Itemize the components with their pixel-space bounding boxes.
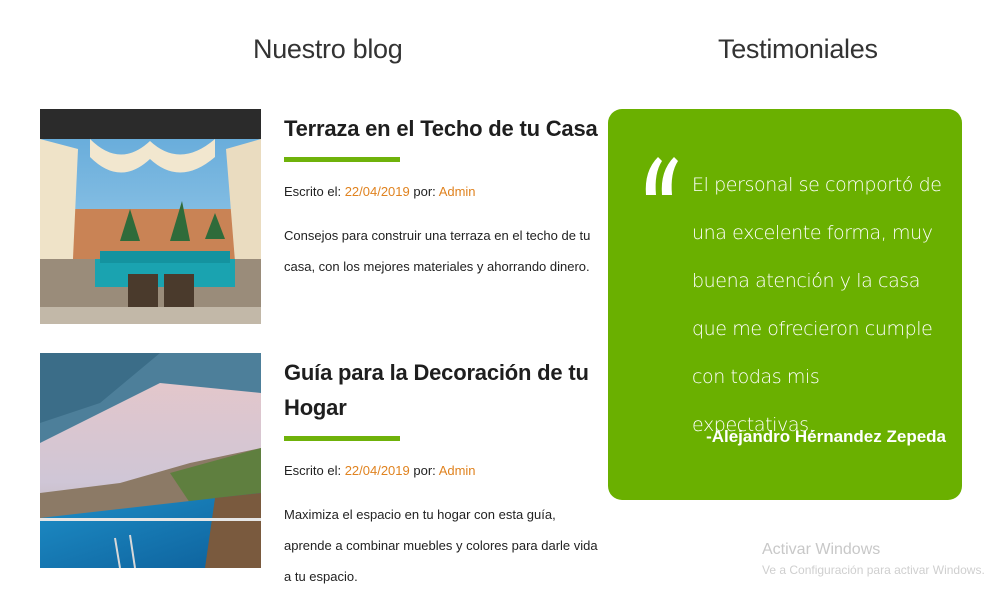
post-title[interactable]: Terraza en el Techo de tu Casa	[284, 111, 604, 146]
blog-heading: Nuestro blog	[253, 34, 403, 64]
post-image-infinity-pool[interactable]	[40, 353, 261, 568]
watermark-subtitle: Ve a Configuración para activar Windows.	[762, 563, 985, 577]
post-author-link[interactable]: Admin	[439, 463, 476, 478]
title-underline	[284, 157, 400, 162]
post-date-link[interactable]: 22/04/2019	[345, 184, 410, 199]
post-meta: Escrito el: 22/04/2019 por: Admin	[284, 184, 604, 199]
meta-by-label: por:	[409, 184, 439, 199]
post-author-link[interactable]: Admin	[439, 184, 476, 199]
testimonial-author: -Alejandro Hérnandez Zepeda	[706, 427, 946, 446]
post-excerpt: Consejos para construir una terraza en e…	[284, 228, 591, 274]
meta-label: Escrito el:	[284, 463, 345, 478]
testimonial-quote: El personal se comportó de una excelente…	[692, 174, 942, 436]
windows-activation-watermark: Activar Windows Ve a Configuración para …	[762, 541, 985, 577]
post-excerpt: Maximiza el espacio en tu hogar con esta…	[284, 507, 598, 584]
meta-label: Escrito el:	[284, 184, 345, 199]
post-title[interactable]: Guía para la Decoración de tu Hogar	[284, 355, 604, 425]
watermark-title: Activar Windows	[762, 541, 881, 558]
quote-icon	[645, 157, 678, 195]
title-underline	[284, 436, 400, 441]
testimonials-heading: Testimoniales	[718, 34, 878, 64]
post-date-link[interactable]: 22/04/2019	[345, 463, 410, 478]
testimonial-card: El personal se comportó de una excelente…	[608, 109, 962, 500]
post-meta: Escrito el: 22/04/2019 por: Admin	[284, 463, 604, 478]
post-image-rooftop-terrace[interactable]	[40, 109, 261, 324]
meta-by-label: por:	[409, 463, 439, 478]
